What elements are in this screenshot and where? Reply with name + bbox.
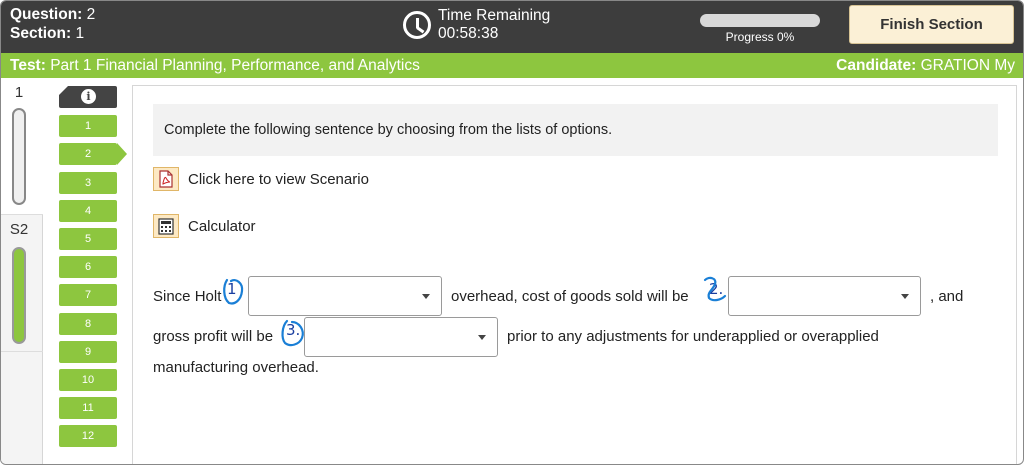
sentence-part-6: manufacturing overhead. [153,359,319,376]
test-label: Test: [10,57,46,74]
calculator-link[interactable]: Calculator [153,214,256,238]
timer: Time Remaining 00:58:38 [403,7,550,43]
question-instruction: Complete the following sentence by choos… [153,104,998,156]
question-nav-item[interactable]: 6 [59,256,117,278]
view-scenario-link[interactable]: Click here to view Scenario [153,167,369,191]
clock-icon [403,11,431,39]
time-remaining-value: 00:58:38 [438,25,499,42]
question-nav-item[interactable]: 12 [59,425,117,447]
calculator-label: Calculator [188,217,256,235]
progress: Progress 0% [700,14,820,44]
test-name: Part 1 Financial Planning, Performance, … [50,57,420,74]
dropdown-2[interactable] [728,276,921,316]
sentence-part-5: prior to any adjustments for underapplie… [507,328,879,345]
view-scenario-label: Click here to view Scenario [188,170,369,188]
question-nav-item[interactable]: 5 [59,228,117,250]
annotation-circle-3 [281,319,304,347]
question-label: Question: [10,6,83,23]
test-bar: Test: Part 1 Financial Planning, Perform… [1,53,1023,78]
chevron-down-icon [901,294,909,299]
question-panel: Complete the following sentence by choos… [132,85,1017,464]
question-nav-item[interactable]: 1 [59,115,117,137]
sentence-part-1: Since Holt [153,288,222,305]
question-nav-item[interactable]: 7 [59,284,117,306]
progress-label: Progress 0% [725,30,795,44]
progress-bar [700,14,820,27]
calculator-icon [153,214,179,238]
dropdown-1[interactable] [248,276,442,316]
question-nav-item[interactable]: 3 [59,172,117,194]
section-item-1[interactable]: 1 [1,78,43,214]
candidate-name: GRATION My [920,57,1015,74]
info-button[interactable]: i [59,86,117,108]
sentence-part-3: , and [930,288,964,305]
question-nav-item[interactable]: 11 [59,397,117,419]
question-nav-item[interactable]: 8 [59,313,117,335]
question-number: 2 [86,6,96,23]
top-bar: Question: 2 Section: 1 Time Remaining 00… [1,1,1023,53]
time-remaining-label: Time Remaining [438,7,551,24]
section-progress-pill [12,247,26,344]
section-number: 1 [75,25,85,42]
section-nav: 1 S2 [1,78,43,464]
dropdown-3[interactable] [304,317,498,357]
question-nav-item-current[interactable]: 2 [59,143,127,165]
chevron-down-icon [422,294,430,299]
annotation-circle-1 [223,278,244,305]
sentence-part-4: gross profit will be [153,328,274,345]
section-progress-pill [12,108,26,205]
sentence-part-2: overhead, cost of goods sold will be [451,288,689,305]
finish-section-button[interactable]: Finish Section [849,5,1014,44]
candidate-label: Candidate: [836,57,917,74]
exam-window: Question: 2 Section: 1 Time Remaining 00… [0,0,1024,465]
question-nav-item[interactable]: 4 [59,200,117,222]
question-nav-item[interactable]: 9 [59,341,117,363]
section-label: Section: [10,25,72,42]
section-item-label: S2 [9,221,29,238]
info-icon: i [81,89,96,104]
section-item-s2[interactable]: S2 [1,214,43,352]
question-nav: i 1 2 3 4 5 6 7 8 9 10 11 12 [43,78,131,464]
annotation-circle-2 [703,276,727,302]
question-info: Question: 2 Section: 1 [10,5,95,43]
section-item-label: 1 [14,84,24,101]
pdf-icon [153,167,179,191]
question-nav-item[interactable]: 10 [59,369,117,391]
chevron-down-icon [478,335,486,340]
